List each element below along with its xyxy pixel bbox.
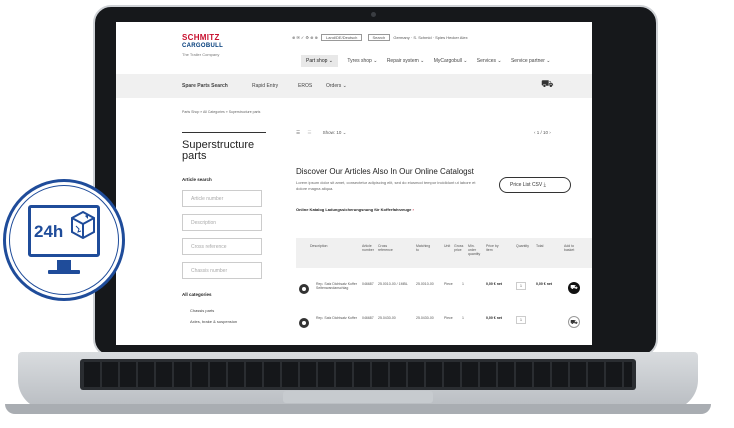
site-header: SCHMITZ CARGOBULL The Trailer Company ⊕ …	[116, 22, 592, 74]
col-quantity: Quantity	[516, 244, 530, 248]
col-matching: Matching to	[416, 244, 431, 252]
cart-icon[interactable]: ⛟	[541, 79, 554, 92]
webcam-icon	[371, 12, 376, 17]
col-price: Price by item	[486, 244, 499, 252]
title-divider	[182, 132, 266, 133]
nav-services[interactable]: Services ⌄	[477, 58, 502, 64]
subnav-spare-parts-search[interactable]: Spare Parts Search	[182, 83, 228, 89]
cross-reference-field[interactable]: Cross reference	[182, 238, 262, 255]
promo-body: Lorem ipsum dolor sit amet, consectetur …	[296, 180, 476, 191]
quantity-input[interactable]: 1	[516, 316, 526, 324]
add-to-basket-button[interactable]: ⛟	[568, 316, 580, 328]
col-min-order: Min. order quantity	[468, 244, 481, 256]
account-info[interactable]: Germany · S. Schmid · Spies Hecker Alex	[393, 35, 467, 40]
part-image[interactable]	[299, 318, 309, 328]
show-count-select[interactable]: Show: 10 ⌄	[323, 130, 347, 135]
col-cross: Cross reference	[378, 244, 393, 252]
col-description: Description	[310, 244, 328, 248]
catalog-link[interactable]: Online Katalog Ladungssicherungsnung für…	[296, 207, 414, 212]
pagination[interactable]: ‹ 1 / 10 ›	[534, 130, 551, 135]
main-nav: Part shop ⌄ Tyres shop ⌄ Repair system ⌄…	[301, 55, 558, 67]
laptop-screen: SCHMITZ CARGOBULL The Trailer Company ⊕ …	[116, 22, 592, 345]
nav-tyres-shop[interactable]: Tyres shop ⌄	[347, 58, 377, 64]
col-total: Total	[536, 244, 544, 248]
col-gross: Gross price	[454, 244, 464, 252]
subnav-eros[interactable]: EROS	[298, 83, 312, 89]
brand-tagline: The Trailer Company	[182, 52, 220, 57]
col-article: Article number	[362, 244, 374, 252]
description-field[interactable]: Description	[182, 214, 262, 231]
utility-bar: ⊕ ✉ ✓ ⚙ ⊕ ⊕ Land/DE/Deutsch Search Germa…	[292, 34, 468, 41]
nav-repair-system[interactable]: Repair system ⌄	[387, 58, 425, 64]
price-list-csv-button[interactable]: Price List CSV ⤓	[499, 177, 571, 193]
article-number-field[interactable]: Article number	[182, 190, 262, 207]
page-title: Superstructure parts	[182, 139, 255, 162]
subnav-rapid-entry[interactable]: Rapid Entry	[252, 83, 278, 89]
add-to-basket-button[interactable]: ⛟	[568, 282, 580, 294]
part-image[interactable]	[299, 284, 309, 294]
categories-label: All categories	[182, 292, 212, 297]
col-unit: Unit	[444, 244, 451, 248]
table-row: Rep. Satz Dichtsatz Koffer 046687 25.043…	[296, 312, 592, 340]
keyboard-keys	[84, 362, 632, 387]
nav-part-shop[interactable]: Part shop ⌄	[301, 55, 338, 67]
nav-mycargobull[interactable]: MyCargobull ⌄	[434, 58, 468, 64]
grid-view-icon[interactable]: ☰	[307, 130, 311, 135]
list-view-icon[interactable]: ☰	[296, 130, 300, 135]
results-toolbar: ☰ ☰ Show: 10 ⌄	[296, 130, 346, 136]
brand-logo[interactable]: SCHMITZ CARGOBULL	[182, 34, 223, 50]
article-search-label: Article search	[182, 177, 212, 182]
promo-heading: Discover Our Articles Also In Our Online…	[296, 167, 474, 176]
monitor-stand	[57, 260, 71, 270]
nav-service-partner[interactable]: Service partner ⌄	[511, 58, 550, 64]
col-add: Add to basket	[564, 244, 575, 252]
badge-24h-label: 24h	[34, 222, 64, 241]
touchpad	[283, 391, 433, 403]
parcel-box-icon	[71, 210, 95, 240]
quantity-input[interactable]: 1	[516, 282, 526, 290]
table-row: Rep. Satz Dichtsatz Koffer Seitenwandans…	[296, 276, 592, 304]
search-input[interactable]: Search	[367, 34, 391, 41]
laptop-base-lip	[5, 404, 711, 414]
sub-nav: Spare Parts Search Rapid Entry EROS Orde…	[116, 74, 592, 98]
category-chassis-parts[interactable]: Chassis parts	[190, 308, 214, 313]
breadcrumb[interactable]: Parts Shop » All Categories » Superstruc…	[182, 110, 260, 114]
language-dropdown[interactable]: Land/DE/Deutsch	[321, 34, 363, 41]
chassis-number-field[interactable]: Chassis number	[182, 262, 262, 279]
utility-icons[interactable]: ⊕ ✉ ✓ ⚙ ⊕ ⊕	[292, 35, 318, 40]
category-axles[interactable]: Axles, brake & suspension	[190, 319, 237, 324]
monitor-foot	[48, 270, 80, 274]
subnav-orders[interactable]: Orders ⌄	[326, 83, 347, 89]
table-header: Description Article number Cross referen…	[296, 238, 592, 268]
